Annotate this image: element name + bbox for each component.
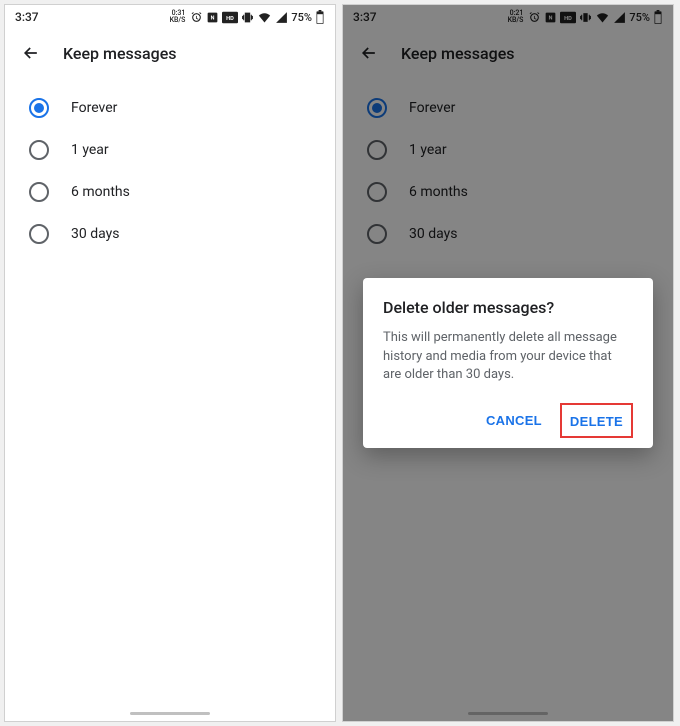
highlight-annotation: DELETE (560, 403, 633, 438)
confirm-dialog: Delete older messages? This will permane… (363, 278, 653, 449)
hd-icon: HD (222, 11, 238, 24)
radio-icon (29, 140, 49, 160)
radio-icon (29, 224, 49, 244)
arrow-left-icon (21, 43, 41, 63)
page-header: Keep messages (5, 29, 335, 83)
option-label: 30 days (71, 226, 119, 242)
screenshot-right: 3:37 0:21 KB/S N HD 75% Keep messages Fo… (342, 4, 674, 722)
option-1-year[interactable]: 1 year (5, 129, 335, 171)
nfc-icon: N (206, 11, 219, 24)
page-title: Keep messages (63, 44, 177, 63)
battery-icon (315, 10, 325, 24)
vibrate-icon (241, 11, 254, 24)
dialog-actions: CANCEL DELETE (383, 403, 633, 438)
network-speed: 0:31 KB/S (170, 10, 186, 24)
dialog-body: This will permanently delete all message… (383, 329, 633, 386)
status-icons: 0:31 KB/S N HD 75% (170, 10, 325, 24)
cancel-button[interactable]: CANCEL (476, 403, 552, 438)
delete-button[interactable]: DELETE (570, 414, 623, 429)
option-30-days[interactable]: 30 days (5, 213, 335, 255)
dialog-scrim[interactable]: Delete older messages? This will permane… (343, 5, 673, 721)
svg-text:HD: HD (227, 15, 235, 21)
option-6-months[interactable]: 6 months (5, 171, 335, 213)
status-time: 3:37 (15, 10, 39, 24)
status-bar: 3:37 0:31 KB/S N HD 75% (5, 5, 335, 29)
options-list: Forever 1 year 6 months 30 days (5, 83, 335, 259)
option-label: Forever (71, 100, 117, 116)
nav-handle[interactable] (130, 712, 210, 715)
signal-icon (275, 11, 288, 24)
option-forever[interactable]: Forever (5, 87, 335, 129)
option-label: 1 year (71, 142, 109, 158)
radio-icon (29, 182, 49, 202)
alarm-icon (190, 11, 203, 24)
svg-text:N: N (211, 15, 215, 21)
radio-icon (29, 98, 49, 118)
wifi-icon (257, 11, 272, 24)
option-label: 6 months (71, 184, 130, 200)
battery-pct: 75% (291, 11, 312, 24)
screenshot-left: 3:37 0:31 KB/S N HD 75% Keep messages Fo… (4, 4, 336, 722)
dialog-title: Delete older messages? (383, 298, 633, 317)
back-button[interactable] (19, 41, 43, 65)
